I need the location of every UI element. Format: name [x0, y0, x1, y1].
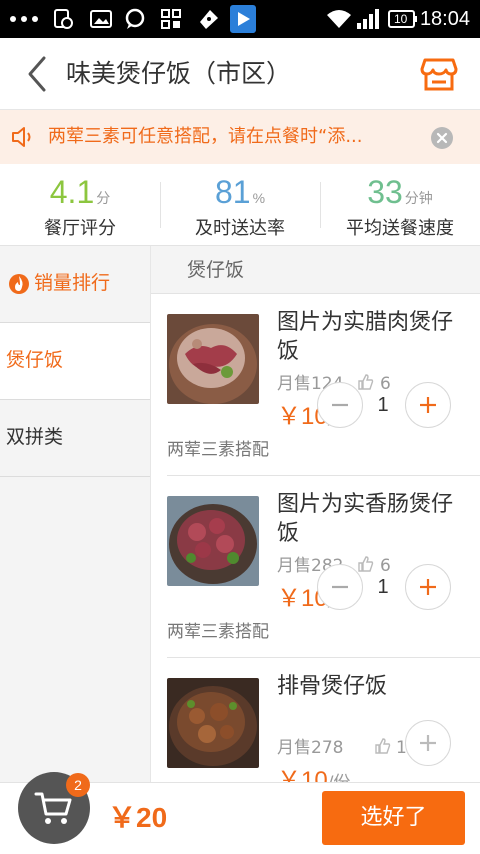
plus-icon	[420, 579, 436, 595]
page-title: 味美煲仔饭（市区）	[66, 59, 292, 88]
sidebar-item-double-combo[interactable]: 双拼类	[0, 400, 150, 477]
plus-icon	[420, 397, 436, 413]
category-sidebar: 销量排行 煲仔饭 双拼类	[0, 246, 151, 782]
signal-icon	[356, 8, 380, 30]
sidebar-item-bestsellers[interactable]: 销量排行	[0, 246, 150, 323]
message-icon	[124, 8, 146, 30]
cart-count-badge: 2	[66, 773, 90, 797]
item-quantity: 1	[377, 394, 389, 416]
app-header: 味美煲仔饭（市区）	[0, 38, 480, 110]
thumbs-up-icon	[375, 738, 391, 754]
section-header: 煲仔饭	[151, 246, 480, 294]
section-title: 煲仔饭	[187, 259, 245, 281]
plus-icon	[420, 735, 436, 751]
item-monthly-sales: 月售278	[277, 738, 344, 758]
stat-ontime-unit: %	[252, 190, 266, 206]
thumbs-up-icon	[358, 556, 374, 572]
stat-ontime-value: 81	[214, 174, 251, 210]
stat-speed-value: 33	[367, 174, 403, 210]
stat-delivery-speed: 33 分钟 平均送餐速度	[320, 164, 480, 246]
sidebar-item-label: 销量排行	[34, 272, 111, 294]
shopping-cart-icon	[34, 792, 72, 824]
stat-rating-value: 4.1	[49, 174, 95, 210]
minus-button[interactable]	[317, 382, 363, 428]
stat-rating: 4.1 分 餐厅评分	[0, 164, 160, 246]
item-price: ￥10/份	[277, 764, 350, 782]
stat-ontime-label: 及时送达率	[195, 218, 285, 239]
store-icon	[420, 58, 458, 91]
plus-button[interactable]	[405, 720, 451, 766]
speaker-icon	[10, 125, 38, 149]
item-tag: 两荤三素搭配	[167, 622, 269, 642]
stat-speed-label: 平均送餐速度	[346, 218, 454, 239]
more-dots-icon	[8, 8, 42, 30]
battery-level: 10	[394, 12, 408, 26]
item-name: 图片为实香肠煲仔饭	[277, 492, 454, 546]
close-icon	[431, 127, 453, 149]
item-quantity: 1	[377, 576, 389, 598]
food-image	[167, 678, 259, 768]
minus-button[interactable]	[317, 564, 363, 610]
food-image	[167, 314, 259, 404]
app-grid-icon	[160, 8, 182, 30]
sidebar-item-claypot-rice[interactable]: 煲仔饭	[0, 323, 150, 400]
chevron-left-icon	[28, 56, 46, 92]
image-icon	[90, 8, 112, 30]
stat-rating-unit: 分	[96, 190, 111, 206]
sidebar-item-label: 煲仔饭	[6, 349, 64, 371]
fire-icon	[9, 274, 29, 294]
menu-list[interactable]: 煲仔饭 图片为实腊肉煲仔饭 月售124 6 ￥10/份 1 两荤三素搭配	[151, 246, 480, 782]
menu-item[interactable]: 排骨煲仔饭 月售278 12 ￥10/份	[167, 658, 480, 782]
notice-text: 两荤三素可任意搭配，请在点餐时“添...	[48, 126, 363, 147]
store-button[interactable]	[420, 56, 458, 92]
item-price-value: ￥10	[277, 767, 328, 782]
confirm-order-button[interactable]: 选好了	[322, 791, 465, 845]
status-time: 18:04	[419, 8, 470, 30]
minus-icon	[332, 585, 348, 589]
restaurant-stats: 4.1 分 餐厅评分 81% 及时送达率 33 分钟 平均送餐速度	[0, 164, 480, 246]
wifi-icon	[326, 8, 352, 30]
back-button[interactable]	[18, 54, 58, 94]
item-name: 排骨煲仔饭	[277, 674, 388, 699]
sidebar-item-label: 双拼类	[6, 426, 64, 448]
notice-bar[interactable]: 两荤三素可任意搭配，请在点餐时“添...	[0, 110, 480, 164]
stat-speed-unit: 分钟	[404, 190, 433, 206]
stat-rating-label: 餐厅评分	[44, 218, 116, 239]
food-image	[167, 496, 259, 586]
play-icon	[230, 5, 256, 33]
status-bar: 10 18:04	[0, 0, 480, 38]
thumbs-up-icon	[358, 374, 374, 390]
menu-item[interactable]: 图片为实香肠煲仔饭 月售282 6 ￥10/份 1 两荤三素搭配	[167, 476, 480, 658]
minus-icon	[332, 403, 348, 407]
ticket-icon	[196, 8, 220, 30]
plus-button[interactable]	[405, 564, 451, 610]
item-price-unit: /份	[328, 773, 351, 782]
menu-item[interactable]: 图片为实腊肉煲仔饭 月售124 6 ￥10/份 1 两荤三素搭配	[167, 294, 480, 476]
cart-total: ￥20	[108, 802, 168, 833]
storage-icon	[52, 8, 74, 30]
stat-ontime: 81% 及时送达率	[160, 164, 320, 246]
item-tag: 两荤三素搭配	[167, 440, 269, 460]
plus-button[interactable]	[405, 382, 451, 428]
item-name: 图片为实腊肉煲仔饭	[277, 310, 454, 364]
notice-close-button[interactable]	[430, 126, 454, 154]
